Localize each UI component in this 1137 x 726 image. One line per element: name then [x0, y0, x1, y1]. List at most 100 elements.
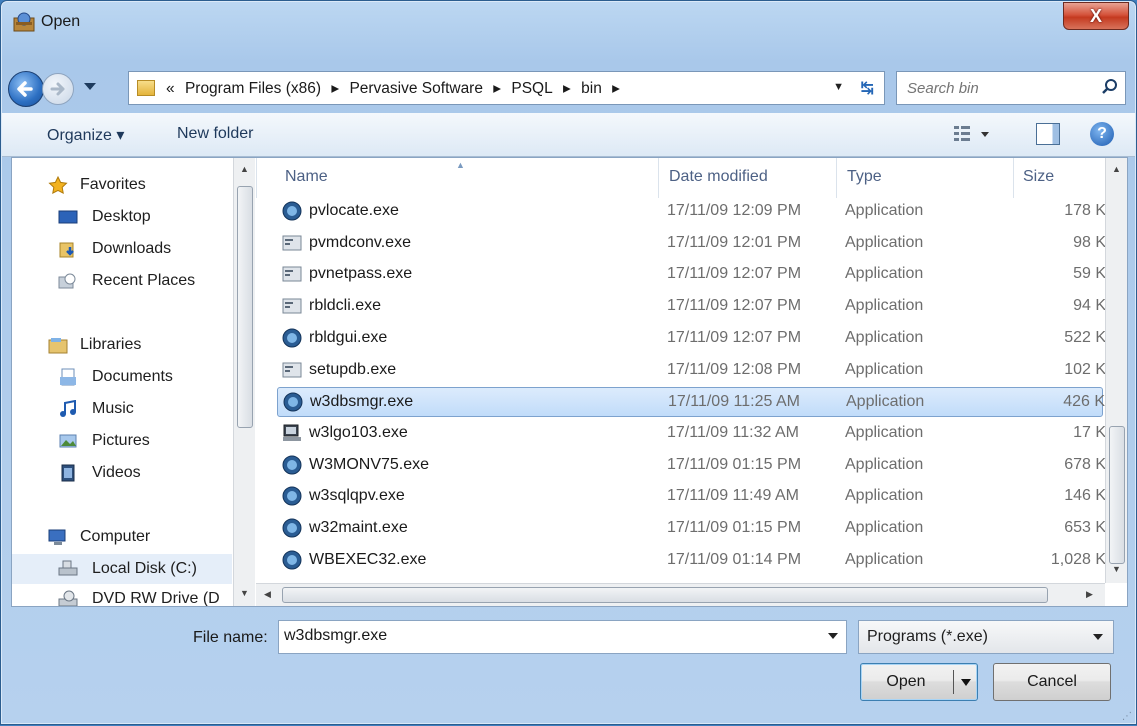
sidebar-label: Recent Places	[92, 272, 196, 289]
scroll-up-arrow-icon[interactable]: ▲	[1112, 164, 1121, 174]
sidebar-item-local-disk[interactable]: Local Disk (C:)	[12, 554, 232, 584]
file-row[interactable]: W3MONV75.exe 17/11/09 01:15 PM Application…	[277, 451, 1106, 481]
pervasive-app-icon	[283, 392, 303, 412]
file-row[interactable]: pvnetpass.exe 17/11/09 12:07 PM Applicatio…	[277, 260, 1106, 290]
file-row[interactable]: WBEXEC32.exe 17/11/09 01:14 PM Application…	[277, 546, 1106, 576]
file-name: w3dbsmgr.exe	[310, 393, 414, 411]
scroll-right-arrow-icon[interactable]: ▶	[1086, 589, 1093, 600]
sidebar-item-dvd-drive[interactable]: DVD RW Drive (D	[12, 586, 232, 606]
file-name-input[interactable]	[284, 627, 804, 645]
file-name-combobox[interactable]	[278, 620, 847, 654]
sidebar-item-pictures[interactable]: Pictures	[12, 428, 232, 456]
open-options-dropdown-icon[interactable]	[961, 679, 971, 686]
file-date-modified: 17/11/09 12:09 PM	[667, 202, 802, 219]
scrollbar-thumb[interactable]	[282, 587, 1048, 603]
column-divider[interactable]	[836, 158, 837, 198]
back-button[interactable]	[8, 71, 44, 107]
dialog-footer: File name: Programs (*.exe) Open Cancel …	[1, 607, 1136, 726]
documents-icon	[60, 368, 76, 386]
breadcrumb-separator[interactable]: ▸	[563, 80, 571, 97]
address-bar[interactable]: « Program Files (x86) ▸ Pervasive Softwa…	[128, 71, 885, 105]
search-icon[interactable]	[1101, 78, 1119, 96]
sidebar-item-documents[interactable]: Documents	[12, 364, 232, 392]
sidebar-label: DVD RW Drive (D	[92, 590, 220, 606]
cancel-button[interactable]: Cancel	[993, 663, 1111, 701]
breadcrumb-overflow[interactable]: «	[166, 80, 175, 97]
scroll-down-arrow-icon[interactable]: ▼	[240, 588, 249, 598]
scroll-up-arrow-icon[interactable]: ▲	[240, 164, 249, 174]
sidebar-item-libraries[interactable]: Libraries	[12, 332, 232, 360]
column-header-name[interactable]: Name	[285, 168, 328, 186]
sidebar-item-videos[interactable]: Videos	[12, 460, 232, 488]
file-row[interactable]: rbldcli.exe 17/11/09 12:07 PM Application 9…	[277, 292, 1106, 322]
breadcrumb-pervasive-software[interactable]: Pervasive Software	[349, 80, 483, 97]
resize-grip-icon[interactable]: ⋰	[1122, 711, 1132, 722]
pervasive-app-icon	[282, 486, 302, 506]
sidebar-item-favorites[interactable]: Favorites	[12, 172, 232, 200]
file-row[interactable]: w3sqlqpv.exe 17/11/09 11:49 AM Application…	[277, 482, 1106, 512]
pervasive-app-icon	[282, 550, 302, 570]
scrollbar-thumb[interactable]	[237, 186, 253, 428]
breadcrumb-bin[interactable]: bin	[581, 80, 602, 97]
file-row[interactable]: pvmdconv.exe 17/11/09 12:01 PM Application…	[277, 229, 1106, 259]
file-size: 59 K	[1073, 265, 1106, 283]
file-type-filter[interactable]: Programs (*.exe)	[858, 620, 1114, 654]
scroll-left-arrow-icon[interactable]: ◀	[264, 589, 271, 600]
file-date-modified: 17/11/09 01:14 PM	[667, 550, 802, 568]
breadcrumb-psql[interactable]: PSQL	[511, 80, 552, 97]
file-row[interactable]: w3dbsmgr.exe 17/11/09 11:25 AM Application…	[277, 387, 1105, 418]
sidebar-label: Documents	[92, 368, 173, 385]
help-icon[interactable]: ?	[1090, 122, 1114, 146]
sidebar-item-recent-places[interactable]: Recent Places	[12, 268, 232, 296]
title-bar[interactable]: Open X	[1, 1, 1136, 43]
file-row[interactable]: rbldgui.exe 17/11/09 12:07 PM Application 5…	[277, 324, 1106, 354]
breadcrumb-program-files[interactable]: Program Files (x86)	[185, 80, 321, 97]
sidebar-item-computer[interactable]: Computer	[12, 524, 232, 552]
new-folder-button[interactable]: New folder	[177, 125, 253, 143]
recent-locations-dropdown[interactable]	[84, 83, 96, 90]
forward-button[interactable]	[42, 73, 74, 105]
console-app-icon	[282, 362, 302, 377]
file-row[interactable]: w3lgo103.exe 17/11/09 11:32 AM Application…	[277, 419, 1106, 449]
sidebar-item-downloads[interactable]: Downloads	[12, 236, 232, 264]
scrollbar-thumb[interactable]	[1109, 426, 1125, 564]
chevron-down-icon[interactable]	[828, 633, 838, 639]
refresh-icon[interactable]: ↹	[861, 78, 874, 98]
console-app-icon	[282, 298, 302, 314]
file-size: 426 K	[1063, 393, 1105, 411]
file-list-vertical-scrollbar[interactable]: ▲ ▼	[1105, 158, 1127, 583]
column-divider	[256, 158, 257, 198]
file-row[interactable]: w32maint.exe 17/11/09 01:15 PM Application…	[277, 514, 1106, 544]
file-list-horizontal-scrollbar[interactable]: ◀ ▶	[256, 583, 1105, 606]
file-row[interactable]: pvlocate.exe 17/11/09 12:09 PM Application…	[277, 197, 1106, 227]
breadcrumb-separator[interactable]: ▸	[331, 80, 339, 97]
search-input[interactable]	[907, 78, 1087, 98]
file-row[interactable]: setupdb.exe 17/11/09 12:08 PM Application 1…	[277, 356, 1106, 386]
column-header-date-modified[interactable]: Date modified	[669, 168, 768, 186]
column-divider[interactable]	[1013, 158, 1014, 198]
open-button[interactable]: Open	[860, 663, 978, 701]
organize-button[interactable]: Organize ▾	[47, 125, 124, 145]
search-box[interactable]	[896, 71, 1126, 105]
star-icon	[48, 176, 68, 194]
file-size: 1,028 K	[1050, 550, 1106, 568]
scroll-down-arrow-icon[interactable]: ▼	[1112, 564, 1121, 574]
breadcrumb-separator[interactable]: ▸	[493, 80, 501, 97]
column-header-size[interactable]: Size	[1023, 168, 1054, 186]
breadcrumb-separator[interactable]: ▸	[612, 80, 620, 97]
file-type: Application	[845, 455, 924, 473]
navigation-pane-scrollbar[interactable]: ▲ ▼	[233, 158, 255, 606]
sidebar-item-desktop[interactable]: Desktop	[12, 204, 232, 232]
chevron-down-icon[interactable]	[1093, 634, 1103, 640]
change-view-icon[interactable]	[952, 123, 992, 145]
file-date-modified: 17/11/09 01:15 PM	[667, 519, 802, 536]
column-header-type[interactable]: Type	[847, 168, 882, 186]
preview-pane-icon[interactable]	[1036, 123, 1060, 145]
file-date-modified: 17/11/09 12:08 PM	[667, 360, 802, 378]
close-button[interactable]: X	[1063, 2, 1129, 30]
sidebar-item-music[interactable]: Music	[12, 396, 232, 424]
column-divider[interactable]	[658, 158, 659, 198]
open-button-label[interactable]: Open	[861, 664, 951, 700]
pervasive-app-icon	[282, 455, 302, 475]
address-dropdown-icon[interactable]: ▼	[833, 81, 844, 93]
